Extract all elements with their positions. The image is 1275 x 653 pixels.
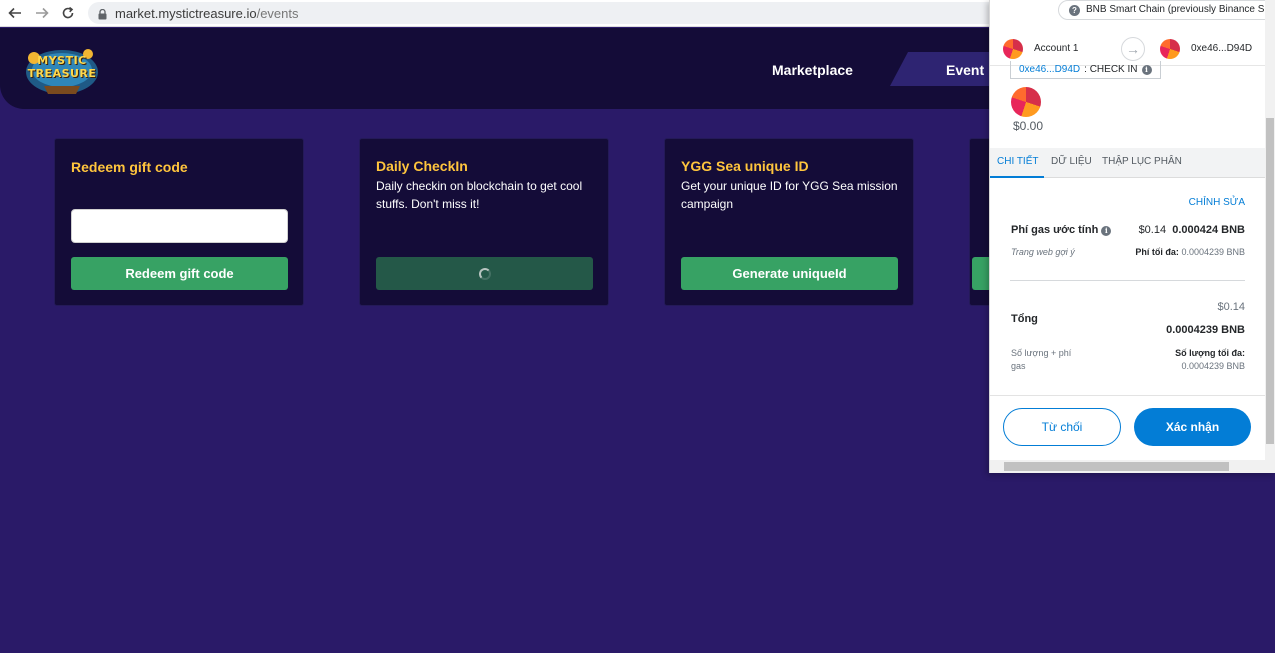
network-icon: ? <box>1069 5 1080 16</box>
arrow-right-icon: → <box>1121 37 1145 61</box>
gas-info-icon[interactable]: i <box>1101 226 1112 236</box>
divider <box>1010 280 1245 281</box>
info-icon[interactable]: i <box>1141 64 1152 75</box>
amount-plus-gas-label: Số lượng + phí gas <box>1011 348 1072 371</box>
vertical-scrollbar[interactable] <box>1265 0 1275 460</box>
url-text: market.mystictreasure.io/events <box>115 6 299 21</box>
max-amount-label: Số lượng tối đa: <box>1175 348 1245 358</box>
tabs-bar: CHI TIẾT DỮ LIỆU THẬP LỤC PHÂN <box>990 148 1266 178</box>
max-fee: Phí tối đa: 0.0004239 BNB <box>1135 247 1245 257</box>
daily-checkin-card: Daily CheckIn Daily checkin on blockchai… <box>359 138 609 306</box>
token-avatar <box>1011 87 1041 117</box>
nav-event[interactable]: Event <box>946 62 984 78</box>
edit-gas-link[interactable]: CHỈNH SỬA <box>1189 197 1245 208</box>
network-name: BNB Smart Chain (previously Binance Smar… <box>1086 4 1275 15</box>
card-title: Daily CheckIn <box>376 158 468 174</box>
horizontal-scroll-thumb[interactable] <box>1004 462 1229 471</box>
card-description: Get your unique ID for YGG Sea mission c… <box>681 179 898 211</box>
gas-fee-bnb: 0.000424 BNB <box>1172 224 1245 236</box>
total-label: Tổng <box>1011 313 1038 325</box>
site-suggested: Trang web gợi ý <box>1011 247 1075 257</box>
footer-divider <box>990 395 1266 396</box>
reject-button[interactable]: Từ chối <box>1003 408 1121 446</box>
mystic-treasure-logo[interactable]: MYSTIC TREASURE <box>22 40 102 98</box>
tab-hex[interactable]: THẬP LỤC PHÂN <box>1102 156 1182 167</box>
confirm-button[interactable]: Xác nhận <box>1134 408 1251 446</box>
loading-spinner-icon <box>478 267 491 280</box>
max-fee-value: 0.0004239 BNB <box>1181 247 1245 257</box>
amount-usd: $0.00 <box>1013 119 1044 133</box>
daily-checkin-button[interactable] <box>376 257 593 290</box>
active-tab-indicator <box>990 176 1044 178</box>
nav-marketplace[interactable]: Marketplace <box>772 62 853 78</box>
tab-details[interactable]: CHI TIẾT <box>997 156 1038 167</box>
gas-fee-usd: $0.14 <box>1138 224 1167 236</box>
account-name: Account 1 <box>1034 43 1079 54</box>
forward-arrow-icon[interactable] <box>32 3 52 23</box>
tab-data[interactable]: DỮ LIỆU <box>1051 156 1092 167</box>
total-bnb: 0.0004239 BNB <box>1166 324 1245 336</box>
recipient-address[interactable]: 0xe46...D94D <box>1191 43 1252 54</box>
lock-icon <box>98 7 107 25</box>
total-usd: $0.14 <box>1217 301 1245 313</box>
max-amount-value: 0.0004239 BNB <box>1181 361 1245 371</box>
max-amount: Số lượng tối đa: 0.0004239 BNB <box>1175 347 1245 373</box>
contract-address[interactable]: 0xe46...D94D <box>1019 64 1080 75</box>
url-host: market.mystictreasure.io <box>115 6 257 21</box>
method-name: : CHECK IN <box>1084 64 1138 75</box>
ygg-sea-unique-id-card: YGG Sea unique ID Get your unique ID for… <box>664 138 914 306</box>
address-bar[interactable]: market.mystictreasure.io/events <box>88 2 1008 24</box>
contract-method-badge: 0xe46...D94D : CHECK IN i <box>1010 61 1161 79</box>
network-selector[interactable]: ? BNB Smart Chain (previously Binance Sm… <box>1058 0 1275 20</box>
url-path: /events <box>256 6 299 21</box>
back-arrow-icon[interactable] <box>5 3 25 23</box>
card-description: Daily checkin on blockchain to get cool … <box>376 179 583 211</box>
vertical-scroll-thumb[interactable] <box>1266 118 1274 444</box>
gift-code-input[interactable] <box>71 209 288 243</box>
gas-fee-values: $0.14 0.000424 BNB <box>1139 224 1245 236</box>
card-title: YGG Sea unique ID <box>681 158 809 174</box>
gas-fee-label: Phí gas ước tính i <box>1011 224 1112 236</box>
redeem-gift-code-card: Redeem gift code Redeem gift code <box>54 138 304 306</box>
horizontal-scrollbar[interactable] <box>990 460 1275 473</box>
generate-unique-id-button[interactable]: Generate uniqueId <box>681 257 898 290</box>
account-avatar <box>1003 39 1023 59</box>
max-fee-label: Phí tối đa: <box>1135 247 1179 257</box>
card-title: Redeem gift code <box>71 159 188 175</box>
recipient-avatar <box>1160 39 1180 59</box>
wallet-confirm-popup: ? BNB Smart Chain (previously Binance Sm… <box>989 0 1275 473</box>
redeem-gift-code-button[interactable]: Redeem gift code <box>71 257 288 290</box>
reload-icon[interactable] <box>58 3 78 23</box>
